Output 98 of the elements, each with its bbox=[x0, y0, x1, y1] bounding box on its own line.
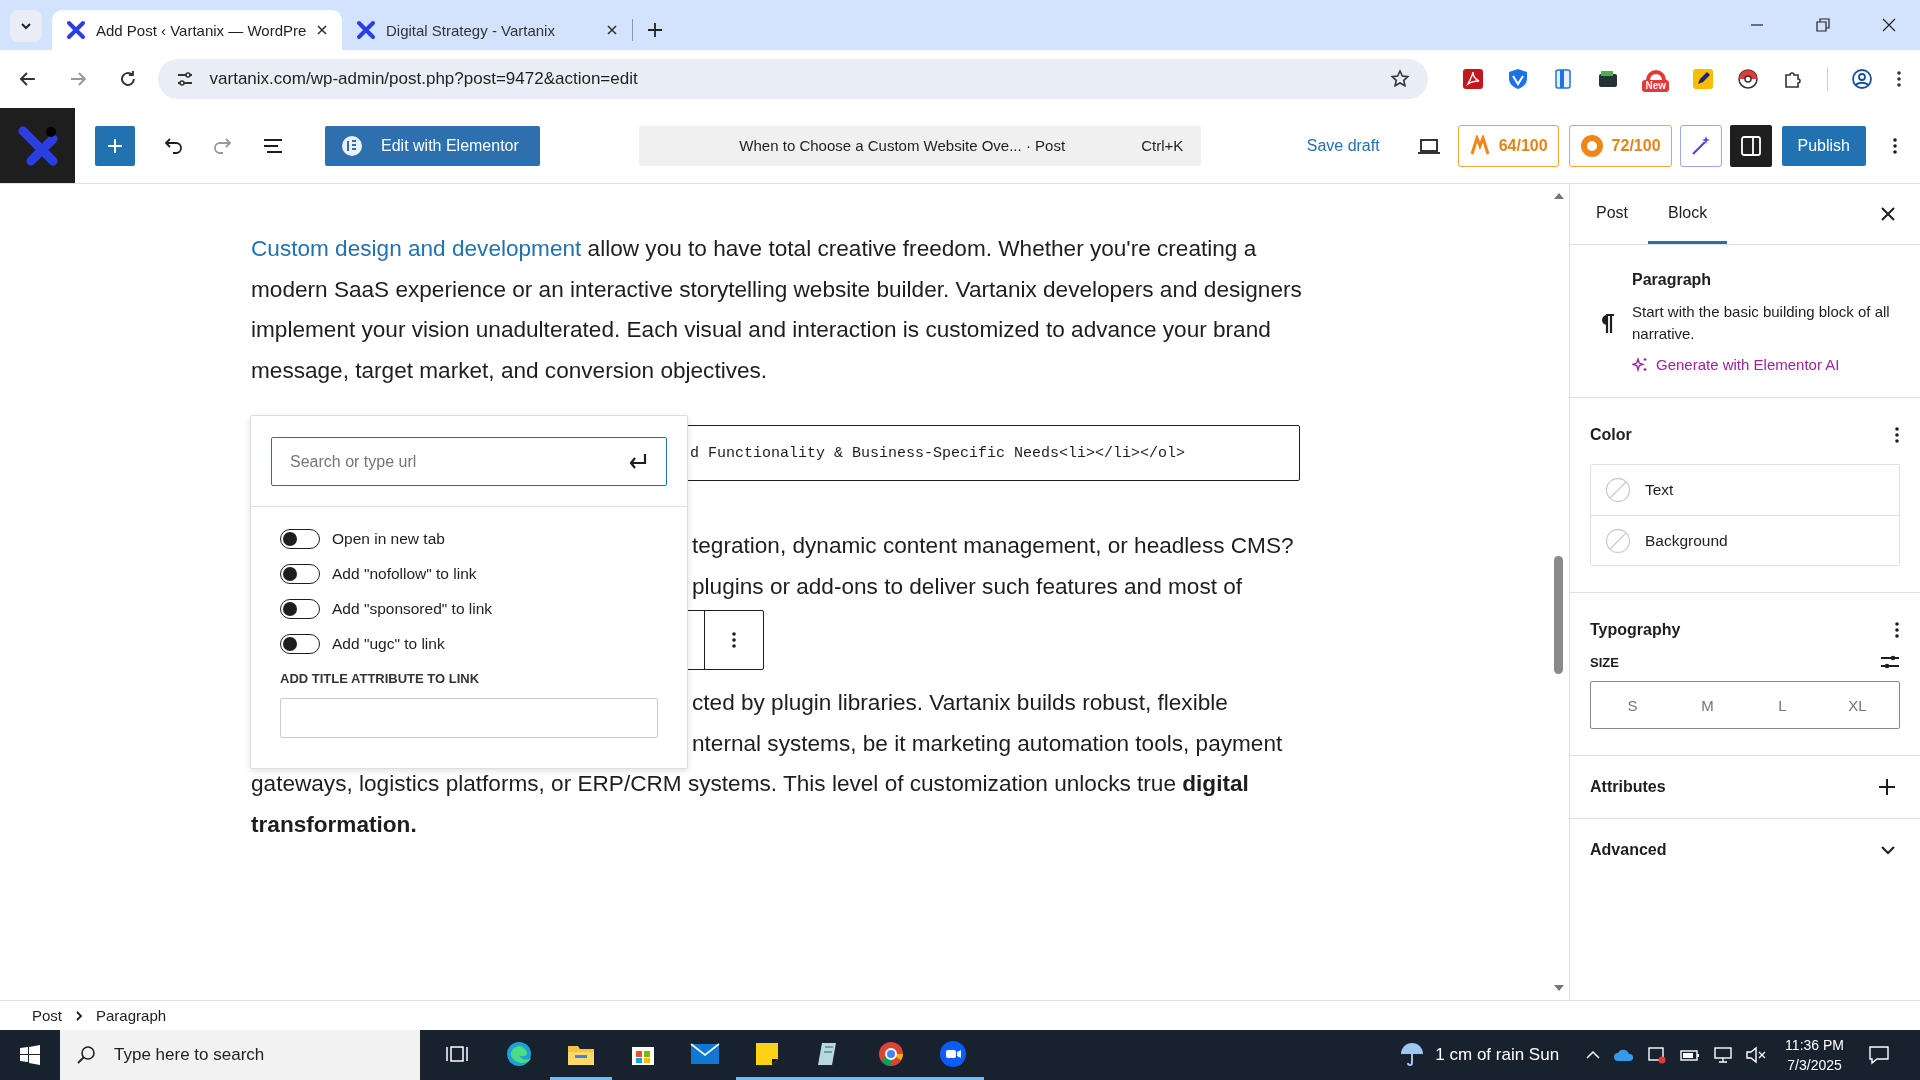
section-title: Advanced bbox=[1590, 841, 1667, 859]
pencil-icon[interactable] bbox=[1692, 68, 1714, 90]
add-block-button[interactable] bbox=[95, 125, 135, 166]
block-description: Start with the basic building block of all narrative. bbox=[1632, 302, 1891, 344]
text-line: gateways, logistics platforms, or ERP/CRM systems. This level of customization unlocks true digital transformation. bbox=[251, 770, 1250, 839]
elementor-icon bbox=[341, 134, 363, 157]
browser-icon bbox=[877, 1039, 905, 1068]
save-draft-button[interactable]: Save draft bbox=[1300, 128, 1386, 163]
text-line: nternal systems, be it marketing automation tools, payment bbox=[692, 729, 1283, 758]
content-link[interactable]: Custom design and development bbox=[251, 236, 582, 261]
star-icon[interactable] bbox=[1390, 69, 1411, 89]
breadcrumb-item[interactable]: Post bbox=[32, 1007, 62, 1024]
block-title: Paragraph bbox=[1632, 271, 1713, 289]
ball-icon[interactable] bbox=[1737, 68, 1759, 90]
start-icon[interactable] bbox=[20, 1045, 40, 1065]
color-option[interactable]: Background bbox=[1591, 515, 1899, 565]
camera-icon bbox=[939, 1039, 967, 1068]
toggle-switch[interactable] bbox=[280, 528, 320, 549]
weather-text: 1 cm of rain Sun bbox=[1435, 1045, 1560, 1065]
browser-icon bbox=[505, 1039, 533, 1068]
toggle-switch[interactable] bbox=[280, 598, 320, 619]
scroll-up-icon[interactable] bbox=[1553, 192, 1565, 200]
profile-icon[interactable] bbox=[1851, 68, 1873, 90]
clock[interactable]: 11:36 PM 7/3/2025 bbox=[1785, 1035, 1844, 1075]
extension-icon[interactable]: New bbox=[1642, 66, 1669, 92]
notification-icon[interactable] bbox=[1868, 1045, 1890, 1065]
size-label: SIZE bbox=[1590, 654, 1619, 670]
paragraph-text: Custom design and development allow you to have total creative freedom. Whether you're creating a modern SaaS experience or an interactive storytelling website builder. Vartanix developers and designers implement your vision unadulterated. Each visual and interaction is customized to advance your brand message, target market, and conversion objectives. bbox=[251, 235, 1303, 385]
network-icon[interactable] bbox=[1713, 1046, 1734, 1064]
section-title: Attributes bbox=[1590, 778, 1666, 796]
toggle-label: Add "nofollow" to link bbox=[332, 564, 477, 583]
url-text: vartanix.com/wp-admin/post.php?post=9472&action=edit bbox=[209, 69, 638, 89]
meeting-icon[interactable] bbox=[1647, 1045, 1668, 1065]
command-bar[interactable]: When to Choose a Custom Website Ove... · Post Ctrl+K bbox=[639, 125, 1202, 166]
tab-search-button[interactable] bbox=[10, 10, 42, 42]
paragraph-text: tegration, dynamic content management, or headless CMS? plugins or add-ons to deliver such features and most of bbox=[692, 532, 1294, 601]
no-color-icon bbox=[1605, 527, 1631, 554]
edit-with-elementor-button[interactable]: Edit with Elementor bbox=[325, 125, 540, 166]
toggle-label: Add "ugc" to link bbox=[332, 634, 445, 653]
publish-button[interactable]: Publish bbox=[1781, 125, 1866, 166]
plus-icon[interactable] bbox=[1878, 778, 1896, 796]
umbrella-icon bbox=[1399, 1042, 1426, 1068]
sidebar-icon bbox=[1739, 134, 1762, 157]
field-label: ADD TITLE ATTRIBUTE TO LINK bbox=[280, 671, 481, 686]
sidebar-tab[interactable]: Post bbox=[1576, 184, 1648, 244]
site-settings-icon[interactable] bbox=[175, 70, 194, 88]
speaker-muted-icon[interactable] bbox=[1745, 1046, 1768, 1064]
m-logo-icon bbox=[1468, 134, 1491, 157]
sidebar-tab[interactable]: Block bbox=[1648, 184, 1728, 244]
search-icon bbox=[76, 1045, 96, 1065]
section-title: Typography bbox=[1590, 621, 1681, 639]
sliders-icon[interactable] bbox=[1880, 653, 1900, 671]
title-attribute-field[interactable] bbox=[280, 698, 658, 738]
taskbar-search-field[interactable]: Type here to search bbox=[60, 1030, 420, 1080]
browser-tab[interactable]: Add Post ‹ Vartanix — WordPre bbox=[52, 10, 342, 50]
options-icon[interactable] bbox=[1894, 620, 1900, 640]
note-icon bbox=[754, 1040, 780, 1067]
url-search-field[interactable]: Search or type url bbox=[271, 437, 667, 486]
section-title: Color bbox=[1590, 426, 1632, 444]
x-logo-icon bbox=[66, 20, 86, 40]
text-line: cted by plugin libraries. Vartanix builds robust, flexible bbox=[692, 689, 1228, 717]
options-icon[interactable] bbox=[1892, 135, 1898, 156]
mail-icon bbox=[690, 1042, 720, 1065]
close-icon[interactable] bbox=[606, 24, 618, 36]
sparkle-icon bbox=[1632, 356, 1648, 373]
new-tab-icon[interactable] bbox=[647, 22, 663, 38]
battery-icon[interactable] bbox=[1679, 1047, 1702, 1063]
no-color-icon bbox=[1605, 477, 1631, 503]
chevron-down-icon[interactable] bbox=[1880, 845, 1896, 855]
breadcrumb-item[interactable]: Paragraph bbox=[96, 1007, 167, 1024]
chevron-up-icon[interactable] bbox=[1585, 1050, 1602, 1060]
x-logo-icon bbox=[356, 20, 376, 40]
close-icon[interactable] bbox=[1880, 206, 1896, 222]
wallet-icon[interactable] bbox=[1597, 68, 1620, 90]
chevron-right-icon bbox=[74, 1009, 84, 1022]
options-icon[interactable] bbox=[731, 630, 737, 650]
browser-tab[interactable]: Digital Strategy - Vartanix bbox=[342, 10, 632, 50]
options-icon[interactable] bbox=[1894, 425, 1900, 445]
scroll-down-icon[interactable] bbox=[1553, 984, 1565, 992]
toggle-switch[interactable] bbox=[280, 563, 320, 584]
toggle-label: Add "sponsored" to link bbox=[332, 599, 493, 618]
pdf-icon[interactable] bbox=[1462, 68, 1485, 90]
enter-icon[interactable] bbox=[627, 452, 649, 470]
close-icon[interactable] bbox=[316, 24, 328, 36]
new-badge: New bbox=[1642, 80, 1669, 92]
ai-wand-button[interactable] bbox=[1679, 124, 1722, 167]
toggle-label: Open in new tab bbox=[332, 529, 445, 548]
sidebar-toggle-button[interactable] bbox=[1729, 124, 1772, 167]
toggle-switch[interactable] bbox=[280, 633, 320, 654]
generate-ai-link[interactable]: Generate with Elementor AI bbox=[1632, 356, 1900, 373]
address-bar[interactable]: vartanix.com/wp-admin/post.php?post=9472&action=edit bbox=[157, 59, 1429, 99]
shield-icon[interactable] bbox=[1507, 68, 1530, 90]
close-icon[interactable] bbox=[1882, 18, 1896, 32]
ring-icon bbox=[1579, 133, 1604, 158]
cloud-icon[interactable] bbox=[1613, 1048, 1636, 1062]
scrollbar-thumb[interactable] bbox=[1554, 556, 1563, 674]
menu-icon[interactable] bbox=[1896, 69, 1902, 89]
restore-icon[interactable] bbox=[1816, 18, 1830, 32]
